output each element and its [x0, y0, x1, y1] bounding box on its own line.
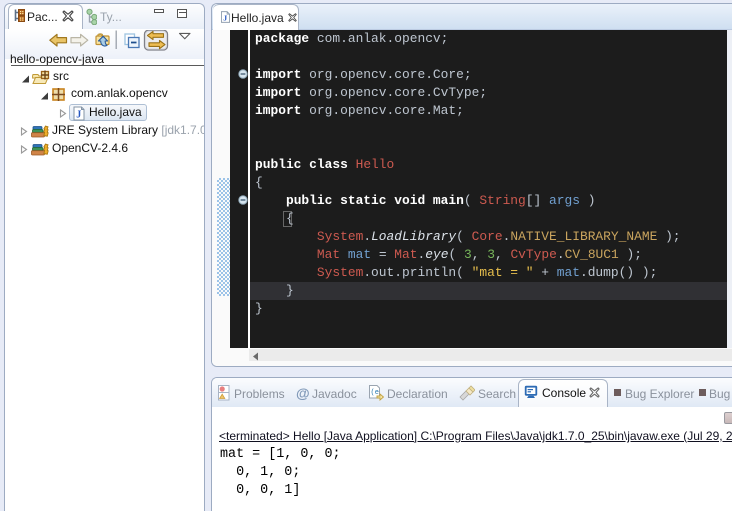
svg-text:J: J — [76, 110, 81, 121]
svg-text:J: J — [223, 13, 227, 22]
